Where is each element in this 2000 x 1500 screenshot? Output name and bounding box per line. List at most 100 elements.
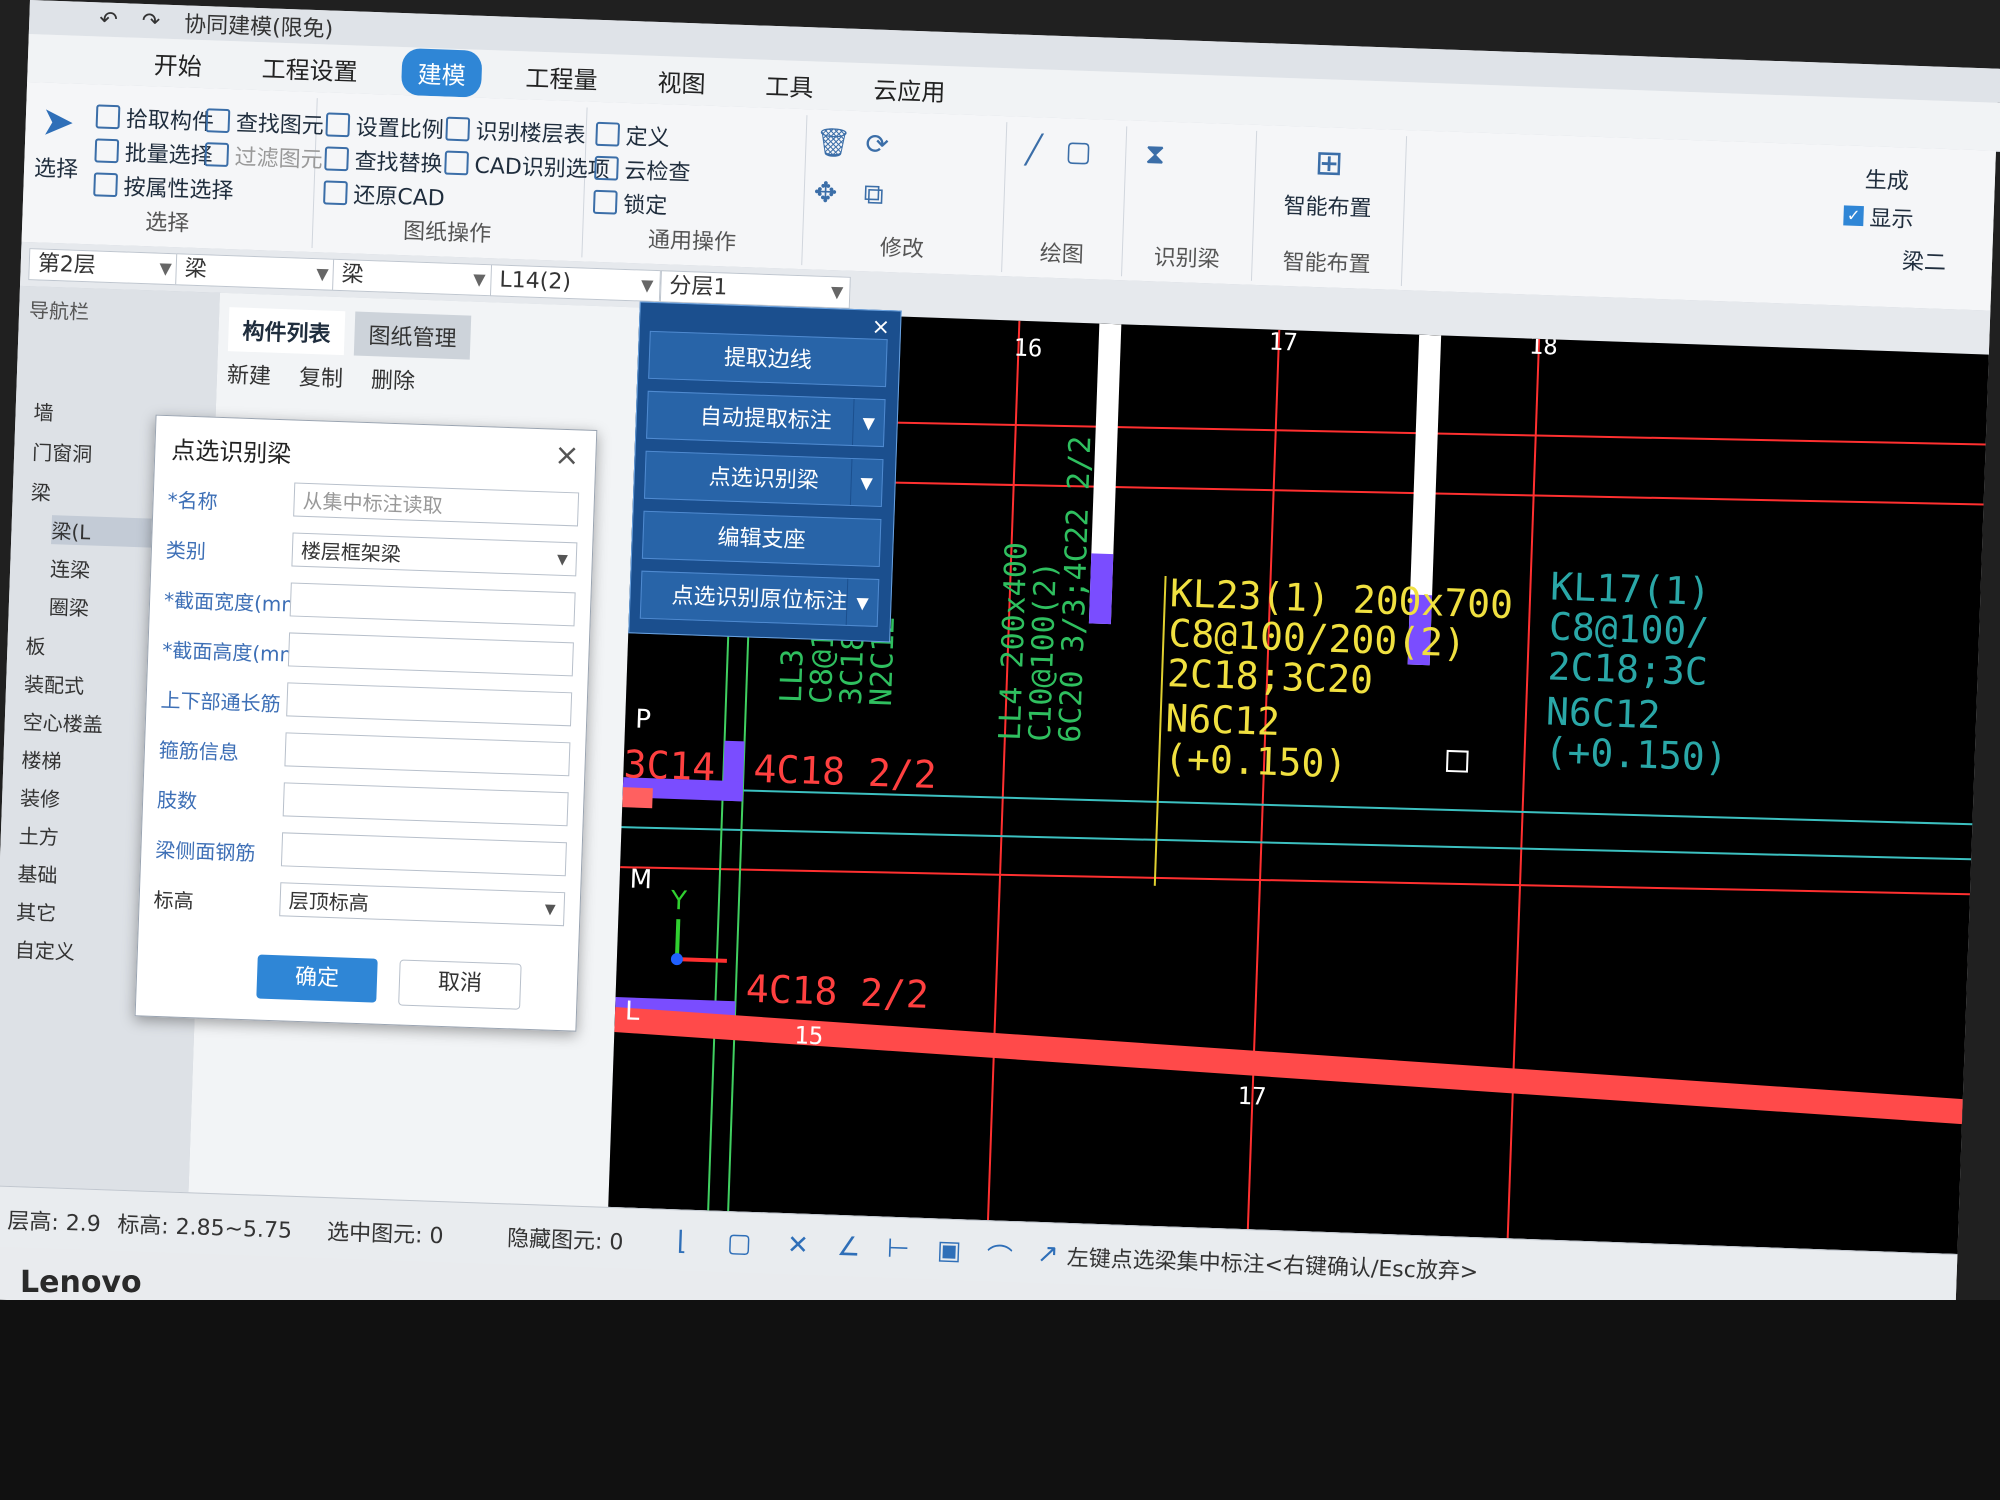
- batch-icon: [94, 138, 120, 164]
- ok-button[interactable]: 确定: [256, 954, 378, 1003]
- edit-support-button[interactable]: 编辑支座: [641, 510, 882, 568]
- tab-modeling[interactable]: 建模: [400, 47, 483, 98]
- delete-button[interactable]: 删除: [370, 362, 416, 396]
- legs-input[interactable]: [282, 782, 569, 827]
- select-group-title: 选择: [144, 210, 190, 237]
- tab-project-settings[interactable]: 工程设置: [245, 42, 375, 93]
- close-icon[interactable]: ×: [554, 438, 580, 474]
- tab-quantity[interactable]: 工程量: [509, 51, 615, 102]
- select-button[interactable]: ➤ 选择: [34, 98, 81, 183]
- chevron-down-icon: ▼: [159, 258, 173, 279]
- element-select[interactable]: L14(2) ▼: [489, 264, 661, 303]
- expand-icon[interactable]: ↗: [1036, 1239, 1059, 1270]
- batch-select-button[interactable]: 批量选择: [94, 134, 213, 170]
- stirrup-input[interactable]: [284, 732, 571, 777]
- elevation-status: 标高: 2.85~5.75: [116, 1212, 293, 1244]
- rebar-annotation: 4C18 2/2: [753, 747, 937, 797]
- select-by-property-button[interactable]: 按属性选择: [93, 168, 234, 205]
- delete-icon[interactable]: 🗑: [815, 126, 852, 160]
- chevron-down-icon[interactable]: ▼: [851, 398, 885, 447]
- scale-icon: [325, 112, 351, 138]
- display-icon[interactable]: ▣: [936, 1235, 962, 1266]
- define-button[interactable]: 定义: [595, 118, 670, 153]
- title-bar-item: 协同建模(限免): [183, 12, 334, 43]
- rect-icon[interactable]: ▢: [1065, 134, 1093, 168]
- height-input[interactable]: [287, 632, 574, 677]
- find-element-button[interactable]: 查找图元: [205, 104, 324, 140]
- auto-extract-label-button[interactable]: 自动提取标注 ▼: [646, 390, 886, 448]
- cloud-check-button[interactable]: 云检查: [594, 152, 691, 187]
- dimension-icon[interactable]: ⊢: [886, 1234, 910, 1265]
- nav-item-prefab[interactable]: 装配式: [24, 668, 85, 699]
- chevron-down-icon[interactable]: ▼: [845, 578, 879, 626]
- close-icon[interactable]: ×: [871, 315, 890, 341]
- extract-edges-button[interactable]: 提取边线: [648, 330, 888, 388]
- screen: ↶ ↷ 协同建模(限免) T 开始 工程设置 建模 工程量 视图 工具 云应用 …: [0, 0, 2000, 1500]
- point-recognize-in-situ-button[interactable]: 点选识别原位标注 ▼: [639, 570, 880, 627]
- redo-icon[interactable]: ↷: [141, 8, 160, 34]
- angle-icon[interactable]: ∠: [836, 1232, 860, 1263]
- restore-cad-button[interactable]: 还原CAD: [323, 176, 445, 212]
- nav-item-door-window[interactable]: 门窗洞: [32, 436, 93, 467]
- through-bars-input[interactable]: [286, 682, 573, 727]
- tab-view[interactable]: 视图: [641, 56, 723, 106]
- tab-tools[interactable]: 工具: [749, 60, 831, 110]
- axis-label-l: L: [625, 996, 641, 1027]
- move-icon[interactable]: ✥: [813, 175, 838, 209]
- field-legs: 肢数: [143, 775, 584, 830]
- selected-status: 选中图元: 0: [326, 1220, 444, 1250]
- nav-item-wall[interactable]: 墙: [33, 396, 54, 426]
- recognize-beam-icon[interactable]: ⧗: [1145, 137, 1166, 172]
- mirror-icon[interactable]: ⧉: [863, 177, 884, 212]
- filter-element-button[interactable]: 过滤图元: [204, 138, 323, 174]
- category-select[interactable]: 楼层框架梁 ▼: [291, 532, 578, 577]
- tab-drawing-manage[interactable]: 图纸管理: [353, 311, 472, 360]
- floor-select[interactable]: 第2层 ▼: [28, 248, 180, 286]
- nav-item-beam[interactable]: 梁: [30, 476, 51, 506]
- nav-header: 导航栏: [28, 298, 90, 325]
- side-bars-input[interactable]: [280, 832, 567, 877]
- elevation-select[interactable]: 层顶标高 ▼: [279, 882, 566, 927]
- set-scale-button[interactable]: 设置比例: [325, 108, 444, 144]
- find-replace-button[interactable]: 查找替换: [324, 142, 443, 178]
- axis-line: [987, 320, 1021, 1221]
- cancel-button[interactable]: 取消: [398, 959, 522, 1010]
- recognize-floor-table-button[interactable]: 识别楼层表: [445, 113, 586, 150]
- new-button[interactable]: 新建: [227, 357, 272, 391]
- display-checkbox[interactable]: ✓ 显示: [1843, 199, 1914, 233]
- arc-icon[interactable]: ⌒: [986, 1237, 1013, 1275]
- nav-item-foundation[interactable]: 基础: [17, 858, 58, 888]
- nav-item-earth[interactable]: 土方: [18, 820, 59, 850]
- width-input[interactable]: [289, 582, 576, 627]
- copy-button[interactable]: 复制: [299, 360, 344, 394]
- nav-item-ring-beam[interactable]: 圈梁: [48, 591, 89, 621]
- type-select[interactable]: 梁 ▼: [175, 253, 337, 291]
- subtype-select[interactable]: 梁 ▼: [332, 258, 494, 297]
- line-icon[interactable]: ╱: [1025, 133, 1043, 167]
- chevron-down-icon[interactable]: ▼: [849, 458, 883, 507]
- cross-icon[interactable]: ✕: [786, 1230, 809, 1261]
- nav-item-hollow[interactable]: 空心楼盖: [22, 706, 103, 738]
- point-recognize-beam-button[interactable]: 点选识别梁 ▼: [643, 450, 884, 508]
- tab-cloud[interactable]: 云应用: [857, 63, 963, 114]
- generate-button[interactable]: 生成: [1864, 162, 1909, 196]
- tab-component-list[interactable]: 构件列表: [227, 307, 346, 356]
- name-input[interactable]: 从集中标注读取: [293, 482, 580, 527]
- nav-item-decor[interactable]: 装修: [20, 782, 61, 812]
- smart-layout-button[interactable]: ⊞ 智能布置: [1283, 142, 1374, 223]
- pick-component-button[interactable]: 拾取构件: [95, 100, 214, 136]
- nav-item-stairs[interactable]: 楼梯: [21, 744, 62, 774]
- nav-item-slab[interactable]: 板: [25, 630, 46, 660]
- recog-group-title: 识别梁: [1153, 245, 1221, 273]
- nav-item-other[interactable]: 其它: [16, 896, 57, 926]
- lock-button[interactable]: 锁定: [592, 186, 668, 221]
- field-stirrup: 箍筋信息: [144, 725, 585, 780]
- find-icon: [205, 108, 231, 134]
- nav-item-custom[interactable]: 自定义: [14, 934, 75, 965]
- nav-item-coupling-beam[interactable]: 连梁: [50, 553, 91, 583]
- ortho-icon[interactable]: ⌊: [677, 1226, 688, 1256]
- snap-icon[interactable]: ▢: [727, 1228, 753, 1259]
- rotate-icon[interactable]: ⟳: [865, 127, 890, 161]
- tab-start[interactable]: 开始: [137, 38, 219, 88]
- undo-icon[interactable]: ↶: [99, 7, 118, 33]
